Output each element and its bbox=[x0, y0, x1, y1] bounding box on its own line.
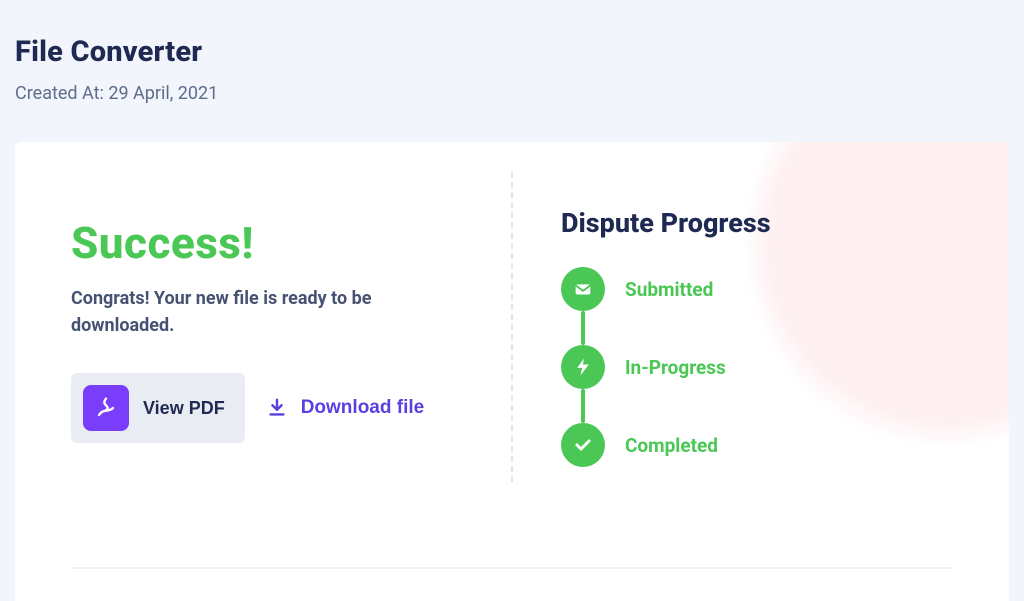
progress-title: Dispute Progress bbox=[561, 207, 953, 239]
progress-panel: Dispute Progress Submitted bbox=[511, 217, 953, 467]
result-left: Success! Congrats! Your new file is read… bbox=[71, 217, 511, 467]
download-file-label: Download file bbox=[301, 397, 425, 419]
success-title: Success! bbox=[71, 217, 491, 269]
view-pdf-button[interactable]: View PDF bbox=[71, 373, 245, 443]
bolt-icon bbox=[561, 345, 605, 389]
mail-icon bbox=[561, 267, 605, 311]
card-divider-bottom bbox=[71, 567, 953, 569]
progress-step-label: Submitted bbox=[625, 278, 713, 301]
progress-step-completed: Completed bbox=[561, 423, 953, 467]
view-pdf-label: View PDF bbox=[143, 398, 225, 419]
created-at-value: 29 April, 2021 bbox=[108, 83, 218, 104]
progress-steps: Submitted In-Progress bbox=[561, 267, 953, 467]
progress-step-in-progress: In-Progress bbox=[561, 345, 953, 389]
progress-step-submitted: Submitted bbox=[561, 267, 953, 311]
progress-step-label: Completed bbox=[625, 434, 718, 457]
download-file-button[interactable]: Download file bbox=[265, 373, 425, 443]
created-at-prefix: Created At: bbox=[15, 83, 108, 104]
progress-connector bbox=[581, 311, 585, 345]
download-icon bbox=[265, 396, 289, 420]
created-at: Created At: 29 April, 2021 bbox=[15, 83, 1009, 104]
progress-step-label: In-Progress bbox=[625, 356, 726, 379]
result-card: Success! Congrats! Your new file is read… bbox=[15, 142, 1009, 601]
success-message: Congrats! Your new file is ready to be d… bbox=[71, 285, 451, 339]
pdf-icon bbox=[83, 385, 129, 431]
page-title: File Converter bbox=[15, 35, 1009, 69]
check-icon bbox=[561, 423, 605, 467]
action-row: View PDF Download file bbox=[71, 373, 491, 443]
progress-connector bbox=[581, 389, 585, 423]
